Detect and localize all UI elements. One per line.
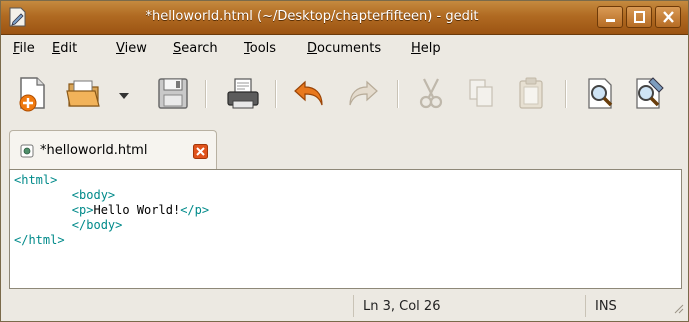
close-icon [193, 144, 208, 159]
status-bar: Ln 3, Col 26 INS [1, 291, 688, 321]
toolbar-separator [397, 80, 399, 108]
chevron-down-icon [119, 93, 129, 99]
menu-help[interactable]: Help [411, 41, 441, 56]
html-tag: <html> [14, 173, 58, 187]
code-line: </html> [14, 233, 681, 248]
redo-button[interactable] [341, 74, 381, 114]
new-button[interactable] [13, 74, 53, 114]
document-icon [20, 144, 34, 162]
maximize-icon [634, 11, 645, 23]
minimize-icon [606, 19, 615, 22]
menu-view[interactable]: View [116, 41, 147, 56]
menu-documents[interactable]: Documents [307, 41, 381, 56]
minimize-button[interactable] [597, 6, 623, 28]
gedit-window: *helloworld.html (~/Desktop/chapterfifte… [0, 0, 689, 322]
undo-icon [294, 80, 323, 106]
cut-button[interactable] [411, 74, 451, 114]
resize-grip-icon[interactable] [672, 302, 684, 318]
code-line: <html> [14, 173, 681, 188]
html-tag: </p> [180, 203, 210, 217]
menu-tools[interactable]: Tools [244, 41, 276, 56]
tab-helloworld[interactable]: *helloworld.html [9, 130, 217, 170]
print-icon [227, 78, 259, 109]
text-content: Hello World! [93, 203, 181, 217]
find-replace-icon [636, 77, 664, 109]
find-button[interactable] [581, 74, 621, 114]
open-recent-dropdown[interactable] [114, 74, 134, 114]
new-document-icon [19, 77, 45, 112]
print-button[interactable] [223, 74, 263, 114]
html-tag: <body> [71, 188, 116, 202]
paste-icon [519, 77, 543, 109]
find-icon [588, 78, 613, 109]
copy-icon [469, 79, 493, 107]
close-button[interactable] [655, 6, 681, 28]
maximize-button[interactable] [626, 6, 652, 28]
html-tag: </body> [71, 218, 123, 232]
text-editor-area[interactable]: <html> <body> <p>Hello World!</p> </body… [9, 169, 682, 289]
find-replace-button[interactable] [629, 74, 669, 114]
code-line: </body> [14, 218, 681, 233]
open-folder-icon [66, 80, 100, 107]
status-divider [353, 295, 354, 317]
menu-search[interactable]: Search [173, 41, 218, 56]
status-divider [585, 295, 586, 317]
toolbar-separator [275, 80, 277, 108]
toolbar-separator [205, 80, 207, 108]
code-line: <p>Hello World!</p> [14, 203, 681, 218]
gedit-app-icon[interactable] [9, 7, 26, 27]
tab-label: *helloworld.html [40, 143, 148, 158]
save-icon [158, 78, 188, 109]
title-bar[interactable]: *helloworld.html (~/Desktop/chapterfifte… [1, 1, 688, 35]
menu-file[interactable]: File [13, 41, 35, 56]
cursor-position: Ln 3, Col 26 [363, 299, 441, 314]
open-button[interactable] [65, 74, 105, 114]
toolbar [1, 62, 688, 124]
close-icon [663, 11, 674, 23]
html-tag: <p> [71, 203, 94, 217]
insert-mode: INS [595, 299, 617, 314]
save-button[interactable] [153, 74, 193, 114]
cut-icon [419, 78, 443, 109]
redo-icon [349, 80, 378, 106]
toolbar-separator [565, 80, 567, 108]
code-line: <body> [14, 188, 681, 203]
undo-button[interactable] [291, 74, 331, 114]
paste-button[interactable] [511, 74, 551, 114]
menu-edit[interactable]: Edit [52, 41, 77, 56]
tab-bar: *helloworld.html [1, 124, 688, 170]
window-title: *helloworld.html (~/Desktop/chapterfifte… [145, 9, 479, 24]
menu-bar: File Edit View Search Tools Documents He… [1, 35, 688, 61]
html-tag: </html> [14, 233, 65, 247]
tab-close-button[interactable] [193, 144, 208, 159]
copy-button[interactable] [461, 74, 501, 114]
